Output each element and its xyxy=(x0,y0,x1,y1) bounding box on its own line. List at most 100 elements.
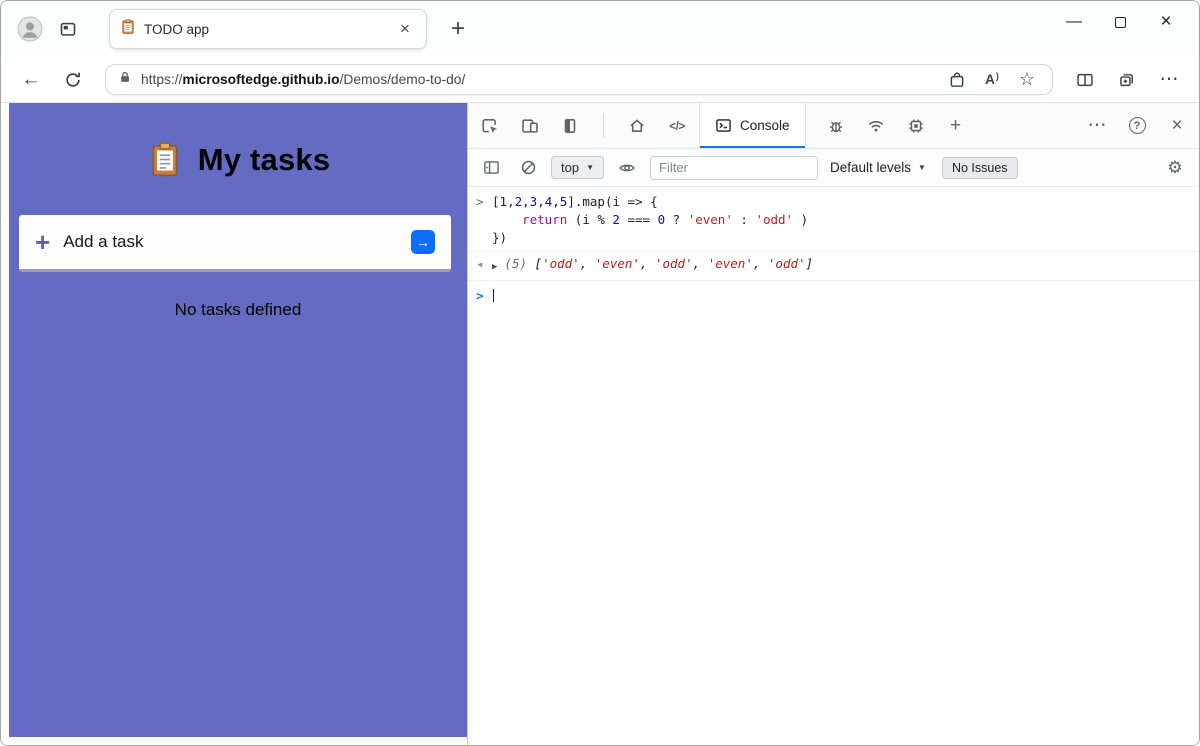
collections-icon xyxy=(1118,71,1136,89)
tab-title: TODO app xyxy=(144,22,386,37)
add-task-label: Add a task xyxy=(63,232,143,252)
tab-actions-button[interactable] xyxy=(49,10,87,48)
wifi-icon xyxy=(867,117,885,135)
log-levels-dropdown[interactable]: Default levels ▼ xyxy=(830,160,926,175)
more-tabs-button[interactable]: + xyxy=(936,103,976,148)
read-aloud-paren: ) xyxy=(996,71,999,81)
tab-actions-icon xyxy=(59,20,77,38)
code-brackets-icon: </> xyxy=(669,119,685,133)
console-icon xyxy=(715,117,732,134)
add-task-field[interactable]: + Add a task → xyxy=(19,215,451,272)
profile-avatar[interactable] xyxy=(11,10,49,48)
clear-console-button[interactable] xyxy=(514,154,542,182)
devtools-toolbar: </> Console xyxy=(468,103,1199,149)
tab-bar: TODO app × + — × xyxy=(1,1,1199,57)
tab-elements[interactable]: </> xyxy=(657,103,697,148)
url-text: https://microsoftedge.github.io/Demos/de… xyxy=(141,72,935,87)
more-menu-button[interactable]: ⋯ xyxy=(1151,63,1187,97)
lock-icon xyxy=(118,70,132,89)
add-task-submit-button[interactable]: → xyxy=(411,230,435,254)
bug-icon xyxy=(827,117,845,135)
tab-welcome[interactable] xyxy=(617,103,657,148)
url-scheme: https:// xyxy=(141,72,182,87)
tab-favicon-icon xyxy=(120,19,136,40)
devtools-close-button[interactable]: × xyxy=(1157,103,1197,148)
device-emulation-icon xyxy=(521,117,539,135)
inspect-icon xyxy=(481,117,499,135)
context-selector[interactable]: top ▼ xyxy=(551,156,604,179)
clipboard-icon xyxy=(146,141,184,179)
cpu-chip-icon xyxy=(907,117,925,135)
content-area: My tasks + Add a task → No tasks defined xyxy=(1,103,1199,745)
chevron-down-icon: ▼ xyxy=(586,163,594,172)
plus-icon: + xyxy=(35,229,50,255)
console-input: >[1,2,3,4,5].map(i => { return (i % 2 ==… xyxy=(468,190,1199,252)
console-settings-gear-icon[interactable]: ⚙ xyxy=(1160,158,1190,178)
url-path: /Demos/demo-to-do/ xyxy=(340,72,466,87)
prompt-chevron-icon: > xyxy=(476,193,492,211)
new-tab-button[interactable]: + xyxy=(441,12,475,46)
todo-app: My tasks + Add a task → No tasks defined xyxy=(9,103,467,737)
clear-console-icon xyxy=(520,159,537,176)
navigation-bar: ← https://microsoftedge.github.io/Demos/… xyxy=(1,57,1199,103)
console-tab-label: Console xyxy=(740,118,790,133)
collections-button[interactable] xyxy=(1109,63,1145,97)
browser-window: TODO app × + — × ← https://microsof xyxy=(0,0,1200,746)
console-entry-text: [1,2,3,4,5].map(i => { return (i % 2 ===… xyxy=(492,193,808,247)
devtools-panel: </> Console xyxy=(467,103,1199,745)
favorites-star-icon[interactable]: ☆ xyxy=(1014,67,1040,93)
performance-button[interactable] xyxy=(896,103,936,148)
return-value-icon: ◂ xyxy=(476,255,492,273)
activity-bar-button[interactable] xyxy=(550,103,590,148)
console-prompt[interactable]: > xyxy=(468,281,1199,309)
issues-badge[interactable]: No Issues xyxy=(942,157,1018,179)
console-messages[interactable]: >[1,2,3,4,5].map(i => { return (i % 2 ==… xyxy=(468,187,1199,745)
maximize-icon xyxy=(1115,17,1126,28)
maximize-button[interactable] xyxy=(1097,1,1143,43)
network-conditions-button[interactable] xyxy=(856,103,896,148)
empty-tasks-message: No tasks defined xyxy=(9,300,467,320)
window-controls: — × xyxy=(1051,1,1189,43)
console-result: ◂▶ (5) ['odd', 'even', 'odd', 'even', 'od… xyxy=(468,252,1199,281)
split-screen-icon xyxy=(1076,71,1094,89)
live-expression-button[interactable] xyxy=(613,154,641,182)
browser-tab[interactable]: TODO app × xyxy=(109,9,427,49)
devtools-more-options-button[interactable]: ⋯ xyxy=(1077,103,1117,148)
panel-layout-icon xyxy=(561,117,579,135)
minimize-button[interactable]: — xyxy=(1051,1,1097,43)
home-icon xyxy=(628,117,646,135)
prompt-chevron-icon: > xyxy=(476,287,492,305)
read-aloud-icon[interactable]: A) xyxy=(979,67,1005,93)
inspect-button[interactable] xyxy=(470,103,510,148)
debug-button[interactable] xyxy=(816,103,856,148)
address-bar[interactable]: https://microsoftedge.github.io/Demos/de… xyxy=(105,64,1053,95)
devtools-toolbar-right: ⋯ ? × xyxy=(1077,103,1197,148)
todo-page: My tasks + Add a task → No tasks defined xyxy=(1,103,467,745)
console-toolbar: top ▼ Default levels ▼ No Issues ⚙ xyxy=(468,149,1199,187)
back-button[interactable]: ← xyxy=(13,63,49,97)
tab-close-button[interactable]: × xyxy=(394,18,416,40)
console-sidebar-button[interactable] xyxy=(477,154,505,182)
console-entry-text: (5) ['odd', 'even', 'odd', 'even', 'odd'… xyxy=(504,255,813,273)
refresh-button[interactable] xyxy=(55,63,91,97)
url-domain: microsoftedge.github.io xyxy=(182,72,339,87)
devtools-help-button[interactable]: ? xyxy=(1117,103,1157,148)
shopping-icon[interactable] xyxy=(944,67,970,93)
window-close-button[interactable]: × xyxy=(1143,1,1189,43)
tab-console[interactable]: Console xyxy=(699,103,806,148)
todo-header: My tasks xyxy=(9,103,467,179)
toolbar-divider xyxy=(603,114,604,138)
person-icon xyxy=(17,16,43,42)
text-cursor xyxy=(493,289,494,302)
refresh-icon xyxy=(64,71,82,89)
disclosure-triangle-icon[interactable]: ▶ xyxy=(492,258,497,276)
filter-input[interactable] xyxy=(650,156,818,180)
split-screen-button[interactable] xyxy=(1067,63,1103,97)
context-label: top xyxy=(561,160,579,175)
page-title: My tasks xyxy=(198,142,331,178)
help-icon: ? xyxy=(1129,117,1146,134)
device-emulation-button[interactable] xyxy=(510,103,550,148)
chevron-down-icon: ▼ xyxy=(918,163,926,172)
eye-icon xyxy=(618,159,636,177)
console-sidebar-icon xyxy=(483,159,500,176)
